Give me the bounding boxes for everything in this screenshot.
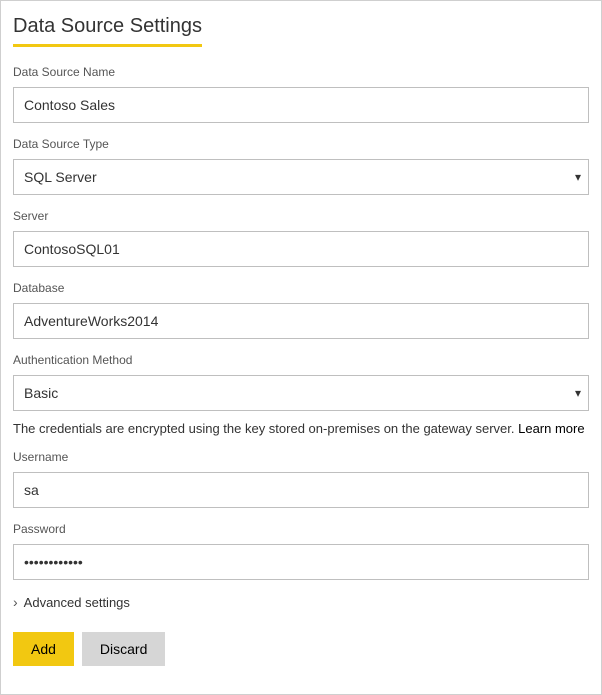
chevron-right-icon: › [13, 594, 18, 610]
data-source-name-label: Data Source Name [13, 65, 589, 79]
auth-method-label: Authentication Method [13, 353, 589, 367]
password-input[interactable] [13, 544, 589, 580]
data-source-name-input[interactable] [13, 87, 589, 123]
learn-more-link[interactable]: Learn more [518, 421, 584, 436]
add-button[interactable]: Add [13, 632, 74, 666]
credentials-info: The credentials are encrypted using the … [13, 421, 589, 436]
page-title: Data Source Settings [13, 15, 202, 47]
discard-button[interactable]: Discard [82, 632, 165, 666]
auth-method-select[interactable]: Basic [13, 375, 589, 411]
username-input[interactable] [13, 472, 589, 508]
server-label: Server [13, 209, 589, 223]
data-source-type-select[interactable]: SQL Server [13, 159, 589, 195]
advanced-settings-label: Advanced settings [24, 595, 130, 610]
credentials-info-text: The credentials are encrypted using the … [13, 421, 518, 436]
username-label: Username [13, 450, 589, 464]
server-input[interactable] [13, 231, 589, 267]
password-label: Password [13, 522, 589, 536]
database-input[interactable] [13, 303, 589, 339]
database-label: Database [13, 281, 589, 295]
advanced-settings-toggle[interactable]: › Advanced settings [13, 594, 589, 610]
data-source-type-label: Data Source Type [13, 137, 589, 151]
